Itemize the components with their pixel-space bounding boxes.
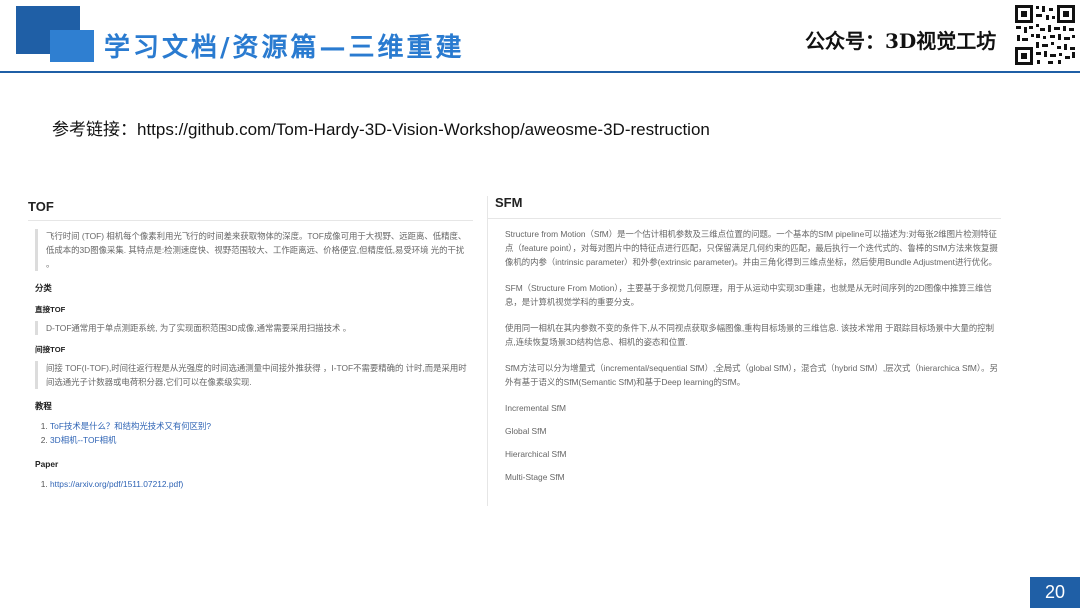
sfm-paragraph-3: 使用同一相机在其内参数不变的条件下,从不同视点获取多幅图像,重构目标场景的三维信…	[505, 323, 995, 347]
tof-direct-text: D-TOF通常用于单点测距系统, 为了实现面积范围3D成像,通常需要采用扫描技术…	[35, 321, 473, 335]
slide-title: 学习文档/资源篇—三维重建	[104, 33, 465, 63]
tutorial-link[interactable]: ToF技术是什么？和结构光技术又有何区别?	[50, 421, 211, 431]
page-number: 20	[1030, 577, 1080, 608]
sfm-paragraph-2: SFM（Structure From Motion），主要基于多视觉几何原理，用…	[505, 283, 992, 307]
sfm-method-hierarchical: Hierarchical SfM	[505, 449, 567, 459]
reference-url[interactable]: https://github.com/Tom-Hardy-3D-Vision-W…	[137, 120, 710, 139]
list-item: 3D相机--TOF相机	[50, 433, 473, 447]
tof-tutorial-list: ToF技术是什么？和结构光技术又有何区别? 3D相机--TOF相机	[28, 419, 473, 447]
reference-line: 参考链接：https://github.com/Tom-Hardy-3D-Vis…	[52, 118, 710, 142]
header-divider	[0, 71, 1080, 73]
tof-classify-heading: 分类	[35, 283, 52, 293]
paper-link[interactable]: https://arxiv.org/pdf/1511.07212.pdf)	[50, 479, 183, 489]
tutorial-link[interactable]: 3D相机--TOF相机	[50, 435, 116, 445]
qr-code-icon	[1014, 4, 1076, 66]
header-decoration-light	[50, 30, 94, 62]
reference-label: 参考链接：	[52, 120, 137, 140]
tof-indirect-heading: 间接TOF	[35, 345, 66, 354]
tof-intro: 飞行时间 (TOF) 相机每个像素利用光飞行的时间差来获取物体的深度。TOF成像…	[35, 229, 473, 271]
sfm-title: SFM	[488, 196, 1001, 219]
tof-direct-heading: 直接TOF	[35, 305, 66, 314]
sfm-method-incremental: Incremental SfM	[505, 403, 566, 413]
sfm-method-global: Global SfM	[505, 426, 547, 436]
tof-panel: TOF 飞行时间 (TOF) 相机每个像素利用光飞行的时间差来获取物体的深度。T…	[28, 200, 473, 520]
sfm-paragraph-4: SfM方法可以分为增量式（incremental/sequential SfM）…	[505, 363, 998, 387]
account-label: 公众号：3D视觉工坊	[805, 29, 997, 53]
tof-paper-list: https://arxiv.org/pdf/1511.07212.pdf)	[28, 477, 473, 491]
tof-title: TOF	[28, 200, 473, 221]
list-item: ToF技术是什么？和结构光技术又有何区别?	[50, 419, 473, 433]
list-item: https://arxiv.org/pdf/1511.07212.pdf)	[50, 477, 473, 491]
sfm-panel: SFM Structure from Motion（SfM）是一个估计相机参数及…	[487, 196, 1001, 506]
tof-paper-heading: Paper	[35, 459, 59, 469]
sfm-method-multistage: Multi-Stage SfM	[505, 472, 565, 482]
tof-tutorial-heading: 教程	[35, 401, 52, 411]
tof-indirect-text: 间接 TOF(I-TOF),时间往返行程是从光强度的时间选通测量中间接外推获得 …	[35, 361, 473, 389]
sfm-paragraph-1: Structure from Motion（SfM）是一个估计相机参数及三维点位…	[505, 229, 998, 267]
